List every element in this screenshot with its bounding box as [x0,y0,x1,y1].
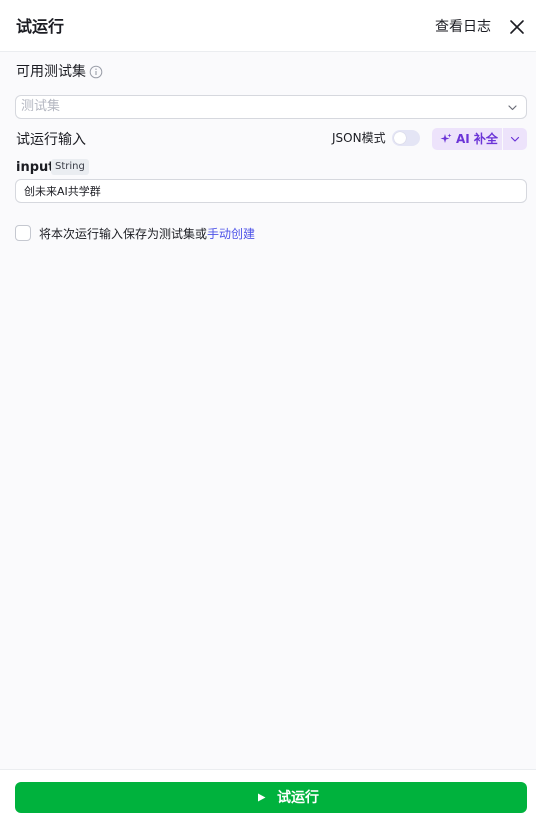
run-button[interactable]: 试运行 [15,782,527,813]
close-icon[interactable] [508,18,526,36]
json-mode-label: JSON模式 [332,131,386,145]
chevron-down-icon [508,105,517,111]
info-icon[interactable] [89,65,103,79]
panel-header: 试运行 查看日志 [0,0,536,52]
play-icon [258,793,266,802]
input-field[interactable] [15,179,527,203]
test-set-label: 可用测试集 [16,64,86,80]
test-run-panel: 试运行 查看日志 可用测试集 测试集 试运行输入 JSON模式 AI 补全 in… [0,0,536,813]
json-mode-toggle[interactable] [392,130,420,146]
chevron-down-icon [510,136,520,142]
run-button-label: 试运行 [277,790,319,806]
manual-create-link[interactable]: 手动创建 [207,227,255,241]
ai-complete-button[interactable]: AI 补全 [432,128,502,150]
save-as-test-set-label: 将本次运行输入保存为测试集或 [39,227,208,241]
ai-complete-dropdown[interactable] [503,128,527,150]
view-logs-button[interactable]: 查看日志 [435,17,491,37]
panel-title: 试运行 [16,17,65,36]
save-as-test-set-text: 将本次运行输入保存为测试集或手动创建 [39,226,255,242]
ai-complete-label: AI 补全 [456,132,498,146]
run-input-label: 试运行输入 [16,132,86,148]
test-set-select[interactable]: 测试集 [15,95,527,119]
sparkle-icon [440,133,452,143]
test-set-placeholder: 测试集 [21,99,61,114]
param-name: input [16,160,55,175]
save-as-test-set-checkbox[interactable] [15,225,31,241]
param-type-tag: String [51,159,89,175]
toggle-knob [394,132,406,144]
